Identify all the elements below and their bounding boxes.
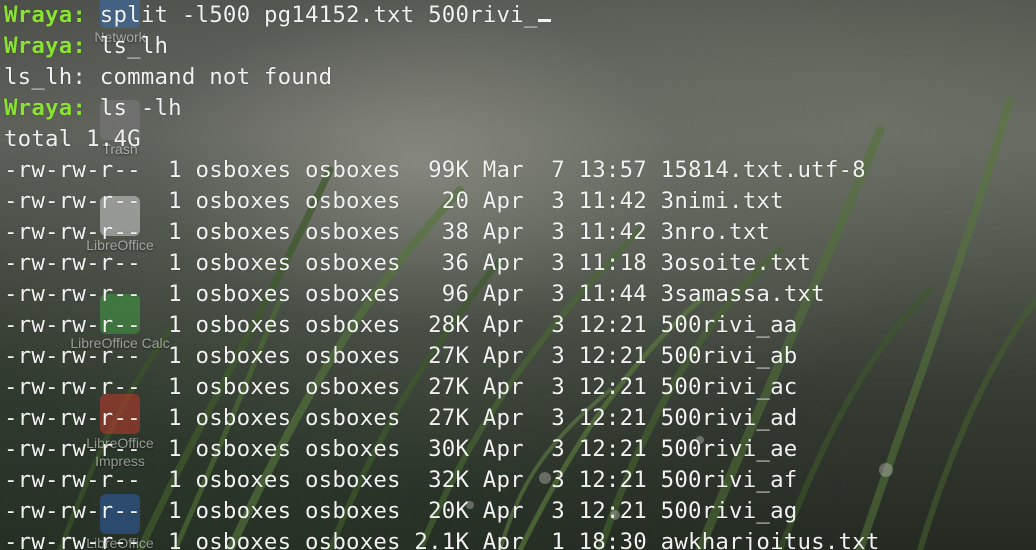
file-listing-row: -rw-rw-r-- 1 osboxes osboxes 30K Apr 3 1… xyxy=(4,436,798,462)
file-listing-row: -rw-rw-r-- 1 osboxes osboxes 28K Apr 3 1… xyxy=(4,312,798,338)
output-text: total 1.4G xyxy=(4,126,141,152)
file-listing-row: -rw-rw-r-- 1 osboxes osboxes 96 Apr 3 11… xyxy=(4,281,825,307)
file-listing-row: -rw-rw-r-- 1 osboxes osboxes 32K Apr 3 1… xyxy=(4,467,798,493)
file-listing-row: -rw-rw-r-- 1 osboxes osboxes 27K Apr 3 1… xyxy=(4,374,798,400)
file-listing-row: -rw-rw-r-- 1 osboxes osboxes 27K Apr 3 1… xyxy=(4,343,798,369)
file-listing-row: -rw-rw-r-- 1 osboxes osboxes 99K Mar 7 1… xyxy=(4,157,866,183)
terminal-window[interactable]: Wraya: split -l500 pg14152.txt 500rivi_ … xyxy=(0,0,1036,550)
file-listing-row: -rw-rw-r-- 1 osboxes osboxes 38 Apr 3 11… xyxy=(4,219,771,245)
terminal-line: Wraya: ls_lh xyxy=(4,31,1036,62)
terminal-line: total 1.4G xyxy=(4,124,1036,155)
terminal-line: ls_lh: command not found xyxy=(4,62,1036,93)
output-text: ls_lh: command not found xyxy=(4,64,333,90)
shell-prompt: Wraya: xyxy=(4,2,87,28)
terminal-line: Wraya: split -l500 pg14152.txt 500rivi_ xyxy=(4,0,1036,31)
file-listing-row: -rw-rw-r-- 1 osboxes osboxes 36 Apr 3 11… xyxy=(4,250,812,276)
shell-prompt: Wraya: xyxy=(4,33,87,59)
terminal-line: Wraya: ls -lh xyxy=(4,93,1036,124)
file-listing-row: -rw-rw-r-- 1 osboxes osboxes 27K Apr 3 1… xyxy=(4,405,798,431)
cursor-underline xyxy=(537,19,551,22)
shell-prompt: Wraya: xyxy=(4,95,87,121)
command-text: split -l500 pg14152.txt 500rivi_ xyxy=(86,2,538,28)
file-listing-row: -rw-rw-r-- 1 osboxes osboxes 20K Apr 3 1… xyxy=(4,498,798,524)
file-listing-row: -rw-rw-r-- 1 osboxes osboxes 20 Apr 3 11… xyxy=(4,188,784,214)
command-text: ls -lh xyxy=(86,95,182,121)
file-listing-row: -rw-rw-r-- 1 osboxes osboxes 2.1K Apr 1 … xyxy=(4,529,880,550)
command-text: ls_lh xyxy=(86,33,169,59)
